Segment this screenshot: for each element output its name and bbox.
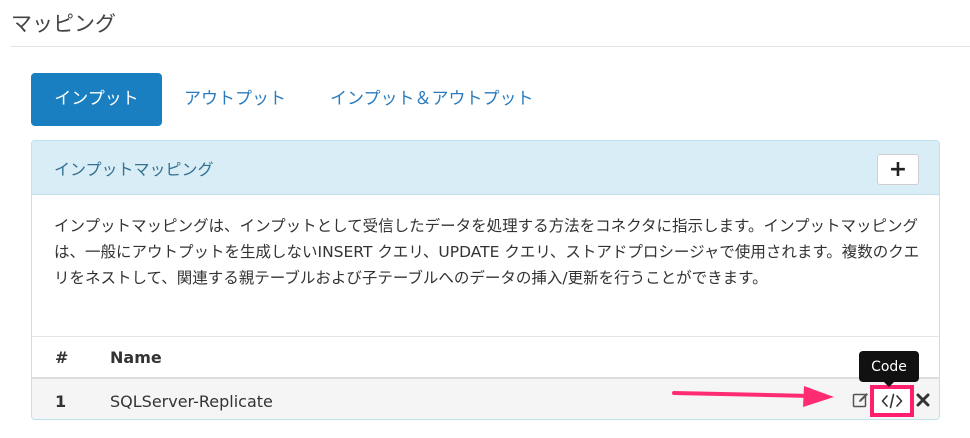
column-header-number: # xyxy=(55,348,69,367)
add-mapping-button[interactable]: + xyxy=(877,154,919,185)
row-name[interactable]: SQLServer-Replicate xyxy=(110,392,273,411)
annotation-arrow-icon xyxy=(672,386,834,407)
title-divider xyxy=(11,46,970,47)
edit-icon[interactable] xyxy=(852,391,870,409)
mapping-tabs: インプット アウトプット インプット＆アウトプット xyxy=(31,73,556,126)
panel-description: インプットマッピングは、インプットとして受信したデータを処理する方法をコネクタに… xyxy=(54,217,920,287)
page-title: マッピング xyxy=(11,12,116,36)
table-header: # Name xyxy=(32,337,939,379)
tab-output[interactable]: アウトプット xyxy=(162,73,308,126)
panel-header: インプットマッピング + xyxy=(32,141,939,195)
code-button[interactable] xyxy=(870,385,914,417)
code-icon xyxy=(881,393,903,409)
row-number: 1 xyxy=(55,392,67,411)
tab-input[interactable]: インプット xyxy=(31,73,162,126)
panel-title: インプットマッピング xyxy=(54,160,214,179)
delete-icon[interactable] xyxy=(916,391,930,409)
tooltip-arrow xyxy=(884,382,894,387)
column-header-name: Name xyxy=(110,348,162,367)
code-tooltip: Code xyxy=(859,351,919,382)
tab-input-output[interactable]: インプット＆アウトプット xyxy=(308,73,556,126)
input-mapping-panel: インプットマッピング + インプットマッピングは、インプットとして受信したデータ… xyxy=(31,140,940,420)
